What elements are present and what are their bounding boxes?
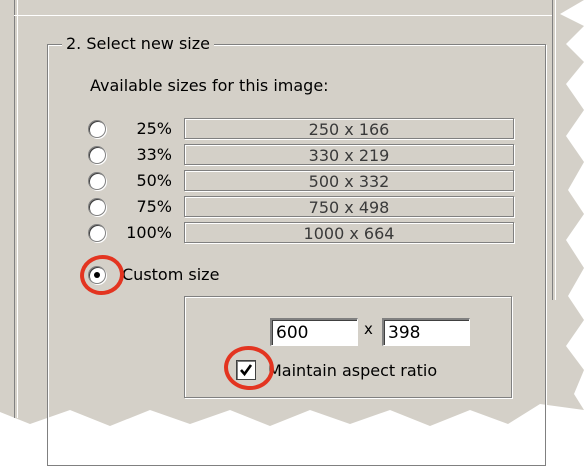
- size-option-25[interactable]: 25% 250 x 166: [88, 117, 518, 141]
- size-option-50[interactable]: 50% 500 x 332: [88, 169, 518, 193]
- right-frame-edge: [552, 0, 556, 300]
- custom-size-label[interactable]: Custom size: [122, 264, 219, 286]
- radio-33[interactable]: [88, 146, 106, 164]
- radio-50[interactable]: [88, 172, 106, 190]
- size-percent: 50%: [136, 171, 172, 190]
- size-dimensions: 750 x 498: [184, 196, 514, 217]
- size-dimensions: 500 x 332: [184, 170, 514, 191]
- group-legend: 2. Select new size: [62, 34, 214, 54]
- select-size-group: [47, 44, 546, 466]
- left-frame-edge: [14, 0, 18, 418]
- size-dimensions: 330 x 219: [184, 144, 514, 165]
- available-sizes-label: Available sizes for this image:: [90, 76, 329, 95]
- radio-75[interactable]: [88, 198, 106, 216]
- size-percent: 75%: [136, 197, 172, 216]
- radio-100[interactable]: [88, 224, 106, 242]
- size-percent: 33%: [136, 145, 172, 164]
- size-option-100[interactable]: 100% 1000 x 664: [88, 221, 518, 245]
- size-dimensions: 250 x 166: [184, 118, 514, 139]
- size-option-75[interactable]: 75% 750 x 498: [88, 195, 518, 219]
- radio-25[interactable]: [88, 120, 106, 138]
- size-percent: 100%: [126, 223, 172, 242]
- top-frame-edge: [14, 15, 552, 16]
- size-dimensions: 1000 x 664: [184, 222, 514, 243]
- size-option-33[interactable]: 33% 330 x 219: [88, 143, 518, 167]
- width-input[interactable]: [270, 318, 358, 346]
- times-label: x: [364, 320, 373, 338]
- size-percent: 25%: [136, 119, 172, 138]
- maintain-aspect-label[interactable]: Maintain aspect ratio: [268, 360, 437, 382]
- height-input[interactable]: [382, 318, 470, 346]
